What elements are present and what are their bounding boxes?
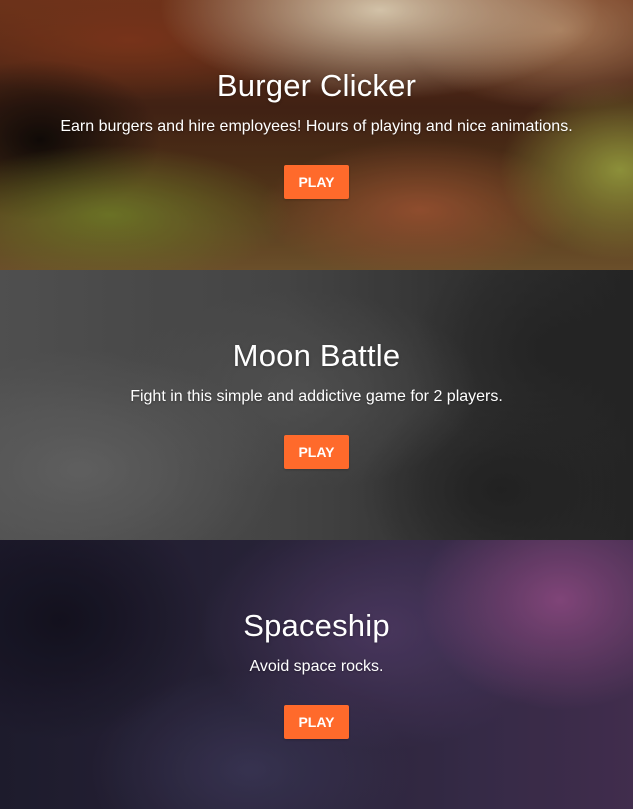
play-button[interactable]: PLAY	[284, 435, 349, 469]
game-title: Burger Clicker	[216, 68, 417, 103]
game-card-spaceship: Spaceship Avoid space rocks. PLAY	[0, 540, 633, 809]
play-button[interactable]: PLAY	[284, 705, 349, 739]
game-card-moon-battle: Moon Battle Fight in this simple and add…	[0, 270, 633, 540]
game-description: Fight in this simple and addictive game …	[130, 388, 503, 405]
game-title: Spaceship	[243, 608, 390, 643]
play-button[interactable]: PLAY	[284, 165, 349, 199]
game-title: Moon Battle	[232, 338, 401, 373]
game-card-burger-clicker: Burger Clicker Earn burgers and hire emp…	[0, 0, 633, 270]
game-description: Earn burgers and hire employees! Hours o…	[60, 118, 573, 135]
game-description: Avoid space rocks.	[249, 658, 384, 675]
games-list: Burger Clicker Earn burgers and hire emp…	[0, 0, 633, 809]
